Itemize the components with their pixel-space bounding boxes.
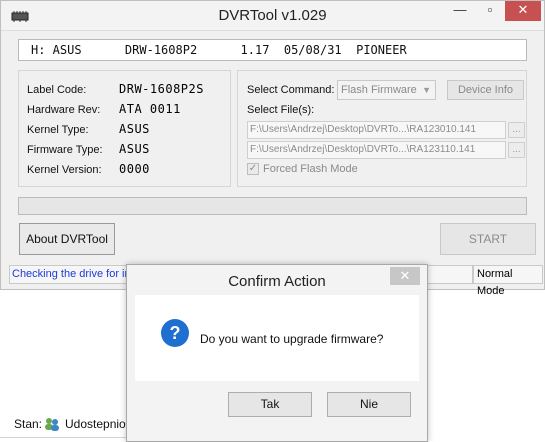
no-button[interactable]: Nie	[327, 392, 411, 417]
status-panel	[421, 265, 473, 284]
dialog-close-button[interactable]: ✕	[390, 267, 420, 285]
command-select[interactable]: Flash Firmware ▼	[337, 80, 436, 100]
kernel-version-label: Kernel Version:	[27, 164, 102, 176]
start-button[interactable]: START	[440, 223, 536, 255]
maximize-button[interactable]: ▫	[475, 1, 505, 21]
kernel-version-value: 0000	[119, 162, 150, 176]
forced-flash-checkbox[interactable]: ✓	[247, 163, 259, 175]
dialog-body: ? Do you want to upgrade firmware?	[135, 295, 419, 381]
select-files-label: Select File(s):	[247, 104, 315, 116]
mode-status: Normal Mode	[473, 265, 543, 297]
select-command-label: Select Command:	[247, 84, 335, 96]
label-code-value: DRW-1608P2S	[119, 82, 204, 96]
close-button[interactable]: ✕	[505, 1, 541, 21]
command-select-value: Flash Firmware	[341, 84, 417, 96]
label-code-label: Label Code:	[27, 84, 87, 96]
divider	[0, 437, 126, 438]
kernel-type-label: Kernel Type:	[27, 124, 89, 136]
status-label: Stan:	[14, 417, 43, 431]
firmware-type-value: ASUS	[119, 142, 150, 156]
forced-flash-label: Forced Flash Mode	[263, 163, 358, 175]
file-path-field-2[interactable]: F:\Users\Andrzej\Desktop\DVRTo...\RA1231…	[247, 141, 506, 159]
firmware-type-label: Firmware Type:	[27, 144, 103, 156]
about-button[interactable]: About DVRTool	[19, 223, 115, 255]
yes-button[interactable]: Tak	[228, 392, 312, 417]
share-status-text: Udostepnio	[65, 417, 126, 431]
minimize-button[interactable]: —	[445, 1, 475, 21]
progress-bar	[18, 197, 527, 215]
svg-text:?: ?	[170, 323, 181, 343]
network-users-icon	[44, 416, 60, 432]
confirm-dialog: Confirm Action ✕ ? Do you want to upgrad…	[126, 264, 428, 442]
status-message: Checking the drive for in	[9, 265, 129, 284]
hardware-rev-value: ATA 0011	[119, 102, 181, 116]
browse-button-2[interactable]: ...	[508, 142, 525, 158]
dialog-message: Do you want to upgrade firmware?	[200, 332, 384, 346]
title-bar[interactable]: DVRTool v1.029 — ▫ ✕	[1, 1, 544, 31]
dvrtool-window: DVRTool v1.029 — ▫ ✕ H: ASUS DRW-1608P2 …	[0, 0, 545, 297]
drive-select[interactable]: H: ASUS DRW-1608P2 1.17 05/08/31 PIONEER	[18, 39, 527, 61]
file-path-field-1[interactable]: F:\Users\Andrzej\Desktop\DVRTo...\RA1230…	[247, 121, 506, 139]
chevron-down-icon: ▼	[422, 85, 431, 95]
question-icon: ?	[160, 318, 190, 348]
device-info-button[interactable]: Device Info	[447, 80, 524, 100]
browse-button-1[interactable]: ...	[508, 122, 525, 138]
kernel-type-value: ASUS	[119, 122, 150, 136]
dialog-title: Confirm Action	[228, 273, 326, 290]
hardware-rev-label: Hardware Rev:	[27, 104, 101, 116]
